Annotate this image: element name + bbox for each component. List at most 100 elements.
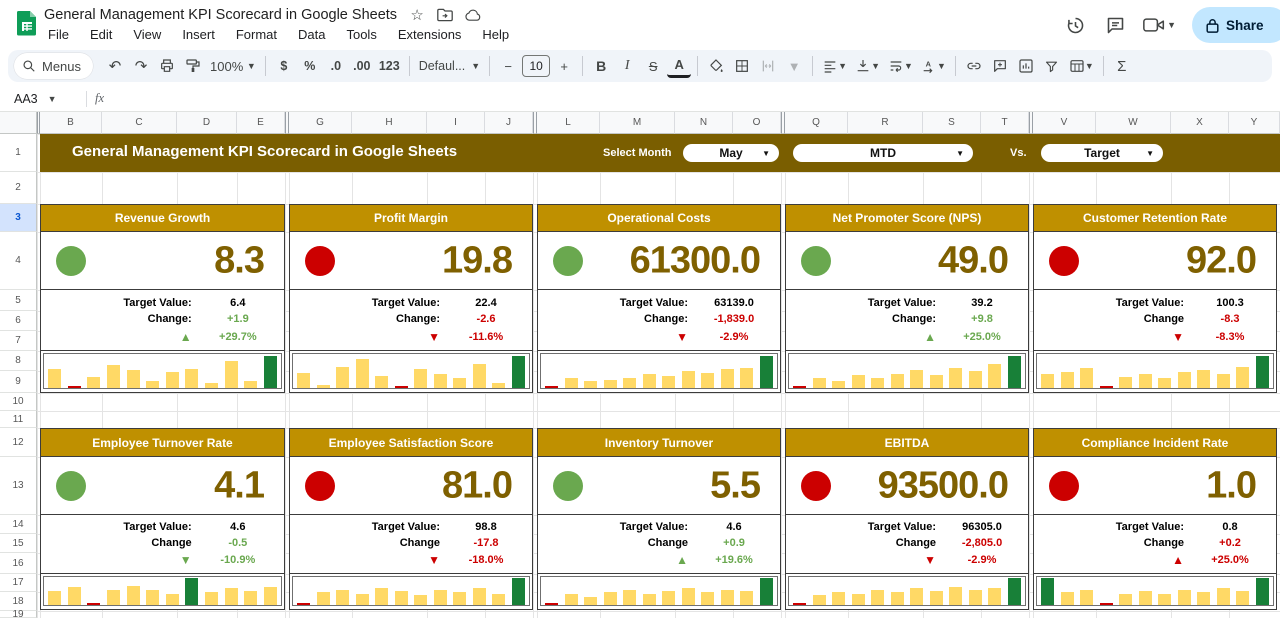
column-header-t[interactable]: T bbox=[981, 112, 1029, 134]
create-filter-button[interactable] bbox=[1040, 54, 1064, 78]
row-header-5[interactable]: 5 bbox=[0, 290, 37, 311]
print-button[interactable] bbox=[155, 54, 179, 78]
column-header-b[interactable]: B bbox=[40, 112, 102, 134]
row-header-11[interactable]: 11 bbox=[0, 411, 37, 428]
column-header-g[interactable]: G bbox=[289, 112, 352, 134]
decrease-decimal-button[interactable]: .0 bbox=[324, 54, 348, 78]
row-header-13[interactable]: 13 bbox=[0, 457, 37, 515]
functions-button[interactable]: Σ bbox=[1110, 54, 1134, 78]
menu-item-insert[interactable]: Insert bbox=[182, 27, 215, 42]
row-header-15[interactable]: 15 bbox=[0, 534, 37, 553]
column-header-l[interactable]: L bbox=[537, 112, 600, 134]
row-header-14[interactable]: 14 bbox=[0, 515, 37, 534]
grid[interactable]: General Management KPI Scorecard in Goog… bbox=[37, 134, 1280, 618]
share-button[interactable]: Share bbox=[1192, 7, 1280, 43]
menu-item-edit[interactable]: Edit bbox=[90, 27, 112, 42]
redo-button[interactable]: ↷ bbox=[129, 54, 153, 78]
column-header-o[interactable]: O bbox=[733, 112, 781, 134]
zoom-dropdown[interactable]: 100% ▼ bbox=[207, 54, 259, 78]
menu-item-help[interactable]: Help bbox=[482, 27, 509, 42]
menu-item-data[interactable]: Data bbox=[298, 27, 325, 42]
column-header-c[interactable]: C bbox=[102, 112, 177, 134]
text-color-button[interactable]: A bbox=[667, 54, 691, 78]
column-header-w[interactable]: W bbox=[1096, 112, 1171, 134]
kpi-card-revenue-growth[interactable]: Revenue Growth 8.3 Target Value: 6.4 Cha… bbox=[40, 204, 285, 393]
bold-button[interactable]: B bbox=[589, 54, 613, 78]
font-family-dropdown[interactable]: Defaul...▼ bbox=[416, 54, 483, 78]
kpi-card-compliance-incident-rate[interactable]: Compliance Incident Rate 1.0 Target Valu… bbox=[1033, 428, 1277, 610]
horizontal-align-button[interactable]: ▼ bbox=[819, 54, 850, 78]
kpi-card-operational-costs[interactable]: Operational Costs 61300.0 Target Value: … bbox=[537, 204, 781, 393]
column-header-j[interactable]: J bbox=[485, 112, 533, 134]
format-currency-button[interactable]: $ bbox=[272, 54, 296, 78]
row-header-2[interactable]: 2 bbox=[0, 172, 37, 204]
kpi-card-employee-turnover-rate[interactable]: Employee Turnover Rate 4.1 Target Value:… bbox=[40, 428, 285, 610]
column-header-h[interactable]: H bbox=[352, 112, 427, 134]
meet-camera-button[interactable]: ▼ bbox=[1143, 17, 1176, 33]
row-header-6[interactable]: 6 bbox=[0, 311, 37, 331]
version-history-icon[interactable] bbox=[1063, 13, 1087, 37]
fill-color-button[interactable] bbox=[704, 54, 728, 78]
move-folder-icon[interactable] bbox=[437, 7, 453, 23]
text-wrap-button[interactable]: ▼ bbox=[885, 54, 916, 78]
format-percent-button[interactable]: % bbox=[298, 54, 322, 78]
paint-format-button[interactable] bbox=[181, 54, 205, 78]
row-header-1[interactable]: 1 bbox=[0, 134, 37, 172]
column-header-n[interactable]: N bbox=[675, 112, 733, 134]
increase-decimal-button[interactable]: .00 bbox=[350, 54, 374, 78]
kpi-card-net-promoter-score-nps[interactable]: Net Promoter Score (NPS) 49.0 Target Val… bbox=[785, 204, 1029, 393]
row-header-17[interactable]: 17 bbox=[0, 574, 37, 592]
insert-comment-button[interactable] bbox=[988, 54, 1012, 78]
row-header-12[interactable]: 12 bbox=[0, 428, 37, 457]
kpi-card-inventory-turnover[interactable]: Inventory Turnover 5.5 Target Value: 4.6… bbox=[537, 428, 781, 610]
menu-item-file[interactable]: File bbox=[48, 27, 69, 42]
borders-button[interactable] bbox=[730, 54, 754, 78]
insert-chart-button[interactable] bbox=[1014, 54, 1038, 78]
kpi-card-profit-margin[interactable]: Profit Margin 19.8 Target Value: 22.4 Ch… bbox=[289, 204, 533, 393]
column-header-d[interactable]: D bbox=[177, 112, 237, 134]
document-title[interactable]: General Management KPI Scorecard in Goog… bbox=[44, 7, 397, 23]
filter-views-button[interactable]: ▼ bbox=[1066, 54, 1097, 78]
kpi-card-ebitda[interactable]: EBITDA 93500.0 Target Value: 96305.0 Cha… bbox=[785, 428, 1029, 610]
column-header-q[interactable]: Q bbox=[785, 112, 848, 134]
column-header-e[interactable]: E bbox=[237, 112, 285, 134]
more-formats-button[interactable]: 123 bbox=[376, 54, 403, 78]
row-header-9[interactable]: 9 bbox=[0, 371, 37, 393]
undo-button[interactable]: ↶ bbox=[103, 54, 127, 78]
menu-item-tools[interactable]: Tools bbox=[346, 27, 376, 42]
decrease-font-size-button[interactable]: − bbox=[496, 54, 520, 78]
kpi-card-customer-retention-rate[interactable]: Customer Retention Rate 92.0 Target Valu… bbox=[1033, 204, 1277, 393]
kpi-card-employee-satisfaction-score[interactable]: Employee Satisfaction Score 81.0 Target … bbox=[289, 428, 533, 610]
menu-item-view[interactable]: View bbox=[133, 27, 161, 42]
merge-cells-caret[interactable]: ▼ bbox=[782, 54, 806, 78]
text-rotation-button[interactable]: A ▼ bbox=[918, 54, 949, 78]
cloud-saved-icon[interactable] bbox=[465, 7, 481, 23]
column-header-r[interactable]: R bbox=[848, 112, 923, 134]
row-header-19[interactable]: 19 bbox=[0, 611, 37, 618]
column-header-i[interactable]: I bbox=[427, 112, 485, 134]
period-dropdown[interactable]: MTD▼ bbox=[793, 144, 973, 162]
italic-button[interactable]: I bbox=[615, 54, 639, 78]
column-header-v[interactable]: V bbox=[1033, 112, 1096, 134]
vertical-align-button[interactable]: ▼ bbox=[852, 54, 883, 78]
column-header-m[interactable]: M bbox=[600, 112, 675, 134]
row-header-4[interactable]: 4 bbox=[0, 232, 37, 290]
merge-cells-button[interactable] bbox=[756, 54, 780, 78]
compare-dropdown[interactable]: Target▼ bbox=[1041, 144, 1163, 162]
menu-item-format[interactable]: Format bbox=[236, 27, 277, 42]
column-header-x[interactable]: X bbox=[1171, 112, 1229, 134]
menu-item-extensions[interactable]: Extensions bbox=[398, 27, 462, 42]
row-header-16[interactable]: 16 bbox=[0, 553, 37, 574]
strikethrough-button[interactable]: S bbox=[641, 54, 665, 78]
google-sheets-logo[interactable] bbox=[13, 9, 41, 37]
comments-icon[interactable] bbox=[1103, 13, 1127, 37]
insert-link-button[interactable] bbox=[962, 54, 986, 78]
increase-font-size-button[interactable]: + bbox=[552, 54, 576, 78]
row-header-10[interactable]: 10 bbox=[0, 393, 37, 411]
name-box[interactable]: AA3 ▼ bbox=[0, 92, 78, 106]
select-all-corner[interactable] bbox=[0, 112, 37, 134]
row-header-8[interactable]: 8 bbox=[0, 351, 37, 371]
month-dropdown[interactable]: May▼ bbox=[683, 144, 779, 162]
star-icon[interactable]: ☆ bbox=[409, 7, 425, 23]
column-header-y[interactable]: Y bbox=[1229, 112, 1280, 134]
